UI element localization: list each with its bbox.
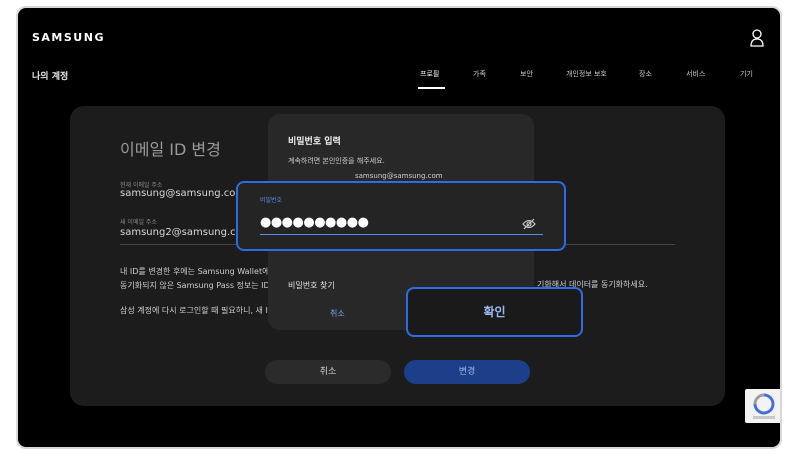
cancel-button[interactable]: 취소 — [265, 360, 391, 384]
page-label: 나의 계정 — [32, 72, 69, 82]
password-label: 비밀번호 — [260, 197, 283, 204]
tab-places[interactable]: 장소 — [639, 69, 652, 79]
change-button[interactable]: 변경 — [404, 360, 530, 384]
password-underline — [260, 234, 543, 235]
page-title: 이메일 ID 변경 — [120, 140, 221, 159]
tab-security[interactable]: 보안 — [520, 69, 533, 79]
tab-profile[interactable]: 프로필 — [420, 69, 439, 79]
new-email-field[interactable]: samsung2@samsung.com — [120, 227, 252, 238]
current-email-value: samsung@samsung.com — [120, 188, 246, 199]
user-icon[interactable] — [749, 28, 765, 48]
active-tab-indicator — [418, 87, 445, 89]
dialog-email: samsung@samsung.com — [355, 172, 443, 180]
eye-off-icon[interactable] — [522, 215, 536, 230]
tab-privacy[interactable]: 개인정보 보호 — [566, 69, 607, 79]
new-email-label: 새 이메일 주소 — [120, 219, 157, 226]
recaptcha-icon[interactable] — [745, 389, 780, 423]
password-input[interactable]: ●●●●●●●●●● — [260, 215, 369, 230]
dialog-subtitle: 계속하려면 본인인증을 해주세요. — [288, 157, 385, 165]
tab-services[interactable]: 서비스 — [686, 69, 705, 79]
confirm-button[interactable]: 확인 — [406, 287, 583, 337]
dialog-cancel-button[interactable]: 취소 — [330, 308, 345, 319]
notice-line-3: 삼성 계정에 다시 로그인할 때 필요하니, 새 ID — [120, 306, 274, 315]
app-frame: SAMSUNG 나의 계정 프로필 가족 보안 개인정보 보호 장소 서비스 기… — [16, 6, 782, 449]
samsung-logo: SAMSUNG — [32, 31, 105, 44]
tab-family[interactable]: 가족 — [473, 69, 486, 79]
notice-line-1: 내 ID를 변경한 후에는 Samsung Wallet에 내 — [120, 267, 280, 276]
dialog-title: 비밀번호 입력 — [288, 137, 341, 147]
notice-line-2: 동기화되지 않은 Samsung Pass 정보는 ID를 — [120, 281, 278, 290]
forgot-password-link[interactable]: 비밀번호 찾기 — [288, 280, 335, 291]
tab-devices[interactable]: 기기 — [740, 69, 753, 79]
